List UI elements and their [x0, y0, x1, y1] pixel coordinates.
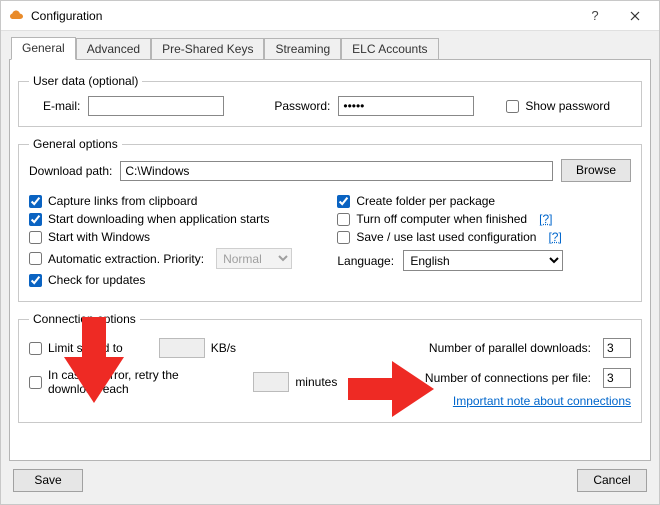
show-password-label: Show password	[525, 99, 610, 113]
create-folder-checkbox[interactable]: Create folder per package	[337, 194, 495, 208]
start-download-input[interactable]	[29, 213, 42, 226]
save-config-checkbox[interactable]: Save / use last used configuration	[337, 230, 536, 244]
auto-extract-label: Automatic extraction. Priority:	[48, 252, 204, 266]
language-label: Language:	[337, 254, 397, 268]
app-icon	[9, 8, 25, 24]
group-general-options: General options Download path: Browse Ca…	[18, 137, 642, 302]
start-download-label: Start downloading when application start…	[48, 212, 269, 226]
limit-speed-checkbox[interactable]: Limit speed to	[29, 341, 123, 355]
user-data-legend: User data (optional)	[29, 74, 142, 88]
close-button[interactable]	[615, 2, 655, 30]
help-button[interactable]: ?	[575, 2, 615, 30]
start-with-windows-input[interactable]	[29, 231, 42, 244]
cancel-button[interactable]: Cancel	[577, 469, 647, 492]
turn-off-help-link[interactable]: [?]	[539, 212, 552, 226]
download-path-field[interactable]	[120, 161, 553, 181]
limit-speed-unit: KB/s	[211, 341, 236, 355]
capture-links-checkbox[interactable]: Capture links from clipboard	[29, 194, 197, 208]
turn-off-checkbox[interactable]: Turn off computer when finished	[337, 212, 527, 226]
save-button[interactable]: Save	[13, 469, 83, 492]
connections-note-link[interactable]: Important note about connections	[453, 394, 631, 408]
dialog-footer: Save Cancel	[9, 461, 651, 496]
tabstrip: General Advanced Pre-Shared Keys Streami…	[9, 37, 651, 60]
check-updates-input[interactable]	[29, 274, 42, 287]
retry-label: In case of error, retry the download eac…	[48, 368, 233, 396]
connection-legend: Connection options	[29, 312, 140, 326]
tab-elc-accounts[interactable]: ELC Accounts	[341, 38, 438, 60]
download-path-label: Download path:	[29, 164, 112, 178]
language-select[interactable]: English	[403, 250, 563, 271]
window-title: Configuration	[31, 9, 575, 23]
capture-links-label: Capture links from clipboard	[48, 194, 197, 208]
parallel-downloads-value[interactable]	[603, 338, 631, 358]
tab-general[interactable]: General	[11, 37, 76, 60]
show-password-input[interactable]	[506, 100, 519, 113]
start-with-windows-checkbox[interactable]: Start with Windows	[29, 230, 150, 244]
auto-extract-priority[interactable]: Normal	[216, 248, 292, 269]
create-folder-input[interactable]	[337, 195, 350, 208]
save-config-input[interactable]	[337, 231, 350, 244]
show-password-checkbox[interactable]: Show password	[506, 99, 610, 113]
create-folder-label: Create folder per package	[356, 194, 495, 208]
tab-streaming[interactable]: Streaming	[264, 38, 341, 60]
parallel-downloads-label: Number of parallel downloads:	[429, 341, 591, 355]
check-updates-label: Check for updates	[48, 273, 145, 287]
limit-speed-input[interactable]	[29, 342, 42, 355]
turn-off-label: Turn off computer when finished	[356, 212, 527, 226]
group-user-data: User data (optional) E-mail: Password: S…	[18, 74, 642, 127]
start-with-windows-label: Start with Windows	[48, 230, 150, 244]
limit-speed-value[interactable]	[159, 338, 205, 358]
email-field[interactable]	[88, 96, 224, 116]
tab-page-general: User data (optional) E-mail: Password: S…	[9, 59, 651, 461]
retry-checkbox[interactable]: In case of error, retry the download eac…	[29, 368, 233, 396]
password-field[interactable]	[338, 96, 474, 116]
connections-per-file-value[interactable]	[603, 368, 631, 388]
start-download-checkbox[interactable]: Start downloading when application start…	[29, 212, 269, 226]
connections-per-file-label: Number of connections per file:	[425, 371, 591, 385]
retry-unit: minutes	[295, 375, 337, 389]
email-label: E-mail:	[43, 99, 80, 113]
tab-advanced[interactable]: Advanced	[76, 38, 151, 60]
auto-extract-input[interactable]	[29, 252, 42, 265]
retry-input[interactable]	[29, 376, 42, 389]
save-config-label: Save / use last used configuration	[356, 230, 536, 244]
client-area: General Advanced Pre-Shared Keys Streami…	[1, 31, 659, 504]
check-updates-checkbox[interactable]: Check for updates	[29, 273, 145, 287]
capture-links-input[interactable]	[29, 195, 42, 208]
browse-button[interactable]: Browse	[561, 159, 631, 182]
titlebar: Configuration ?	[1, 1, 659, 31]
save-config-help-link[interactable]: [?]	[548, 230, 561, 244]
group-connection-options: Connection options Limit speed to KB/s	[18, 312, 642, 423]
limit-speed-label: Limit speed to	[48, 341, 123, 355]
auto-extract-checkbox[interactable]: Automatic extraction. Priority:	[29, 252, 204, 266]
turn-off-input[interactable]	[337, 213, 350, 226]
retry-value[interactable]	[253, 372, 289, 392]
tab-pre-shared-keys[interactable]: Pre-Shared Keys	[151, 38, 264, 60]
configuration-dialog: Configuration ? General Advanced Pre-Sha…	[0, 0, 660, 505]
general-options-legend: General options	[29, 137, 122, 151]
password-label: Password:	[274, 99, 330, 113]
